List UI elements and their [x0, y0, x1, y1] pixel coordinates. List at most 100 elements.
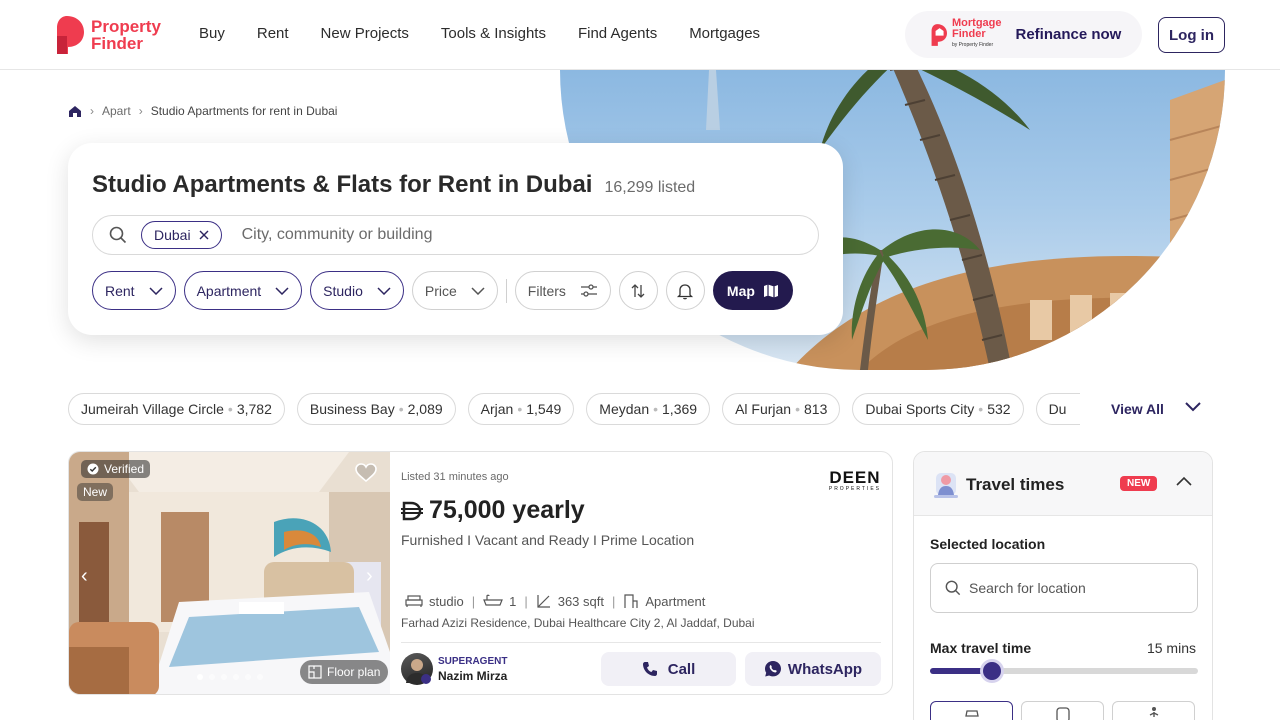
nav-find-agents[interactable]: Find Agents: [578, 25, 657, 42]
logo-line2: Finder: [91, 34, 143, 53]
agent-avatar: [401, 653, 433, 685]
agent-info[interactable]: SUPERAGENT Nazim Mirza: [401, 653, 507, 685]
search-input-placeholder[interactable]: City, community or building: [242, 226, 433, 244]
pagination-dot[interactable]: [209, 674, 215, 680]
location-chip-dubai[interactable]: Dubai: [141, 221, 222, 249]
transport-modes: [930, 701, 1195, 720]
location-chip-truncated[interactable]: Du: [1035, 393, 1080, 425]
location-chip[interactable]: Dubai Sports City • 532: [852, 393, 1024, 425]
max-travel-time-label: Max travel time: [930, 640, 1032, 656]
nav-tools-insights[interactable]: Tools & Insights: [441, 25, 546, 42]
map-button[interactable]: Map: [712, 271, 793, 310]
whatsapp-label: WhatsApp: [787, 660, 863, 678]
chevron-up-icon[interactable]: [1176, 476, 1192, 486]
agency-logo[interactable]: DEEN PROPERTIES: [829, 468, 881, 492]
login-button[interactable]: Log in: [1158, 17, 1225, 53]
map-label: Map: [726, 282, 755, 299]
chevron-down-icon: [149, 286, 163, 295]
photo-pagination[interactable]: [197, 674, 263, 680]
chevron-down-icon[interactable]: [1185, 402, 1201, 412]
superagent-badge: SUPERAGENT: [438, 655, 508, 667]
mortgage-by: by Property Finder: [952, 42, 994, 48]
location-chip[interactable]: Arjan • 1,549: [467, 393, 575, 425]
car-icon: [964, 710, 979, 717]
pagination-dot[interactable]: [257, 674, 263, 680]
travel-times-header[interactable]: Travel times NEW: [914, 452, 1212, 516]
rent-dropdown[interactable]: Rent: [92, 271, 176, 310]
mortgage-logo-icon: [931, 23, 947, 46]
listing-price: 75,000 yearly: [401, 496, 585, 525]
home-icon[interactable]: [68, 105, 82, 118]
prev-photo-arrow[interactable]: ‹: [81, 565, 88, 588]
nav-rent[interactable]: Rent: [257, 25, 289, 42]
page-title: Studio Apartments & Flats for Rent in Du…: [92, 171, 593, 198]
bell-icon: [677, 283, 694, 299]
top-header: Property Finder Buy Rent New Projects To…: [0, 0, 1280, 70]
pagination-dot[interactable]: [197, 674, 203, 680]
property-type-dropdown[interactable]: Apartment: [183, 271, 303, 310]
listing-card[interactable]: Verified New ‹ › Floor plan Listed 31 mi…: [68, 451, 893, 695]
sort-button[interactable]: [618, 271, 658, 310]
call-button[interactable]: Call: [601, 652, 736, 686]
whatsapp-icon: [764, 661, 781, 677]
travel-times-title: Travel times: [966, 475, 1065, 494]
sliders-icon: [580, 283, 597, 297]
filter-bar: Rent Apartment Studio Price Filters Map: [92, 271, 793, 310]
chevron-down-icon: [377, 286, 391, 295]
bedrooms-dropdown[interactable]: Studio: [310, 271, 404, 310]
property-type-value: Apartment: [645, 593, 706, 609]
agency-name: DEEN: [829, 468, 881, 487]
location-chip[interactable]: Meydan • 1,369: [586, 393, 711, 425]
building-type-icon: [624, 594, 638, 608]
filter-divider: [505, 278, 507, 303]
listing-photo[interactable]: Verified New ‹ › Floor plan: [69, 452, 390, 694]
next-photo-arrow[interactable]: ›: [366, 565, 373, 588]
location-search-input[interactable]: Search for location: [930, 563, 1198, 613]
location-chip[interactable]: Business Bay • 2,089: [296, 393, 456, 425]
pagination-dot[interactable]: [221, 674, 227, 680]
pagination-dot[interactable]: [245, 674, 251, 680]
listing-title[interactable]: Furnished I Vacant and Ready I Prime Loc…: [401, 532, 694, 548]
location-search-placeholder: Search for location: [969, 580, 1086, 596]
verified-label: Verified: [104, 462, 145, 476]
price-label: Price: [424, 282, 457, 299]
whatsapp-button[interactable]: WhatsApp: [745, 652, 881, 686]
logo-mark-icon: [57, 16, 84, 54]
breadcrumb-apart[interactable]: Apart: [102, 104, 131, 118]
bus-icon: [1055, 707, 1070, 720]
floor-plan-icon: [308, 665, 322, 679]
nav-buy[interactable]: Buy: [199, 25, 225, 42]
pagination-dot[interactable]: [233, 674, 239, 680]
mode-transit[interactable]: [1021, 701, 1104, 720]
nav-new-projects[interactable]: New Projects: [321, 25, 409, 42]
heart-icon[interactable]: [355, 463, 377, 483]
nav-mortgages[interactable]: Mortgages: [689, 25, 760, 42]
alert-button[interactable]: [665, 271, 705, 310]
refinance-banner[interactable]: Mortgage Finder by Property Finder Refin…: [905, 11, 1142, 58]
filters-button[interactable]: Filters: [514, 271, 611, 310]
bedrooms-value: studio: [429, 593, 464, 609]
refinance-now-link[interactable]: Refinance now: [1016, 26, 1122, 43]
new-badge: New: [77, 483, 114, 501]
travel-time-slider[interactable]: [930, 659, 1198, 683]
mode-walk[interactable]: [1112, 701, 1195, 720]
price-value: 75,000 yearly: [429, 496, 585, 524]
location-search-box[interactable]: Dubai City, community or building: [92, 215, 819, 255]
listing-address: Farhad Azizi Residence, Dubai Healthcare…: [401, 616, 755, 630]
view-all-link[interactable]: View All: [1111, 401, 1164, 417]
floor-plan-button[interactable]: Floor plan: [300, 660, 389, 684]
close-icon[interactable]: [199, 230, 209, 240]
bed-icon: [405, 595, 423, 607]
price-dropdown[interactable]: Price: [411, 271, 498, 310]
slider-thumb[interactable]: [979, 659, 1004, 683]
agent-name: Nazim Mirza: [438, 668, 508, 683]
location-chip[interactable]: Al Furjan • 813: [722, 393, 841, 425]
property-finder-logo[interactable]: Property Finder: [55, 14, 161, 56]
divider: [401, 642, 881, 643]
chevron-right-icon: ›: [90, 104, 94, 118]
search-card: Studio Apartments & Flats for Rent in Du…: [68, 143, 843, 335]
location-chip[interactable]: Jumeirah Village Circle • 3,782: [68, 393, 285, 425]
listing-count: 16,299 listed: [604, 179, 696, 196]
mode-drive[interactable]: [930, 701, 1013, 720]
chevron-down-icon: [471, 286, 485, 295]
